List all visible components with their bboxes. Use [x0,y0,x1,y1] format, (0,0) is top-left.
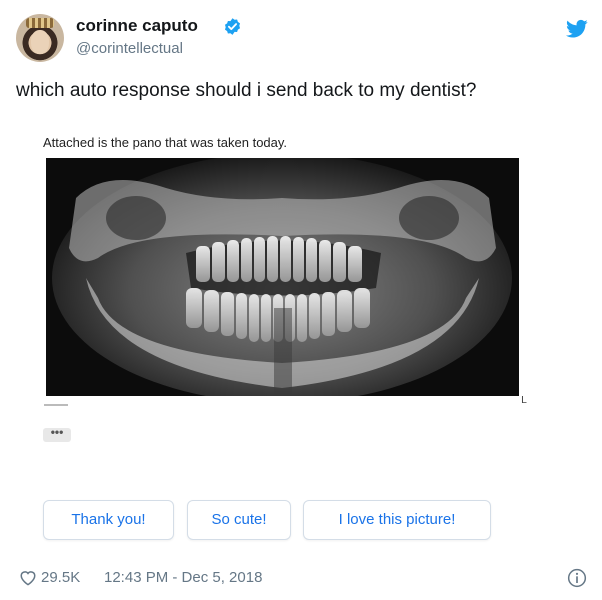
show-trimmed-content-button[interactable]: ••• [43,426,71,442]
smart-reply-thank-you[interactable]: Thank you! [43,500,174,540]
email-body-text: Attached is the pano that was taken toda… [43,135,288,150]
verified-badge-icon [224,18,241,35]
heart-icon[interactable] [19,569,37,586]
smart-reply-love-picture[interactable]: I love this picture! [303,500,491,540]
tweet-timestamp[interactable]: 12:43 PM - Dec 5, 2018 [104,569,262,586]
smart-reply-so-cute[interactable]: So cute! [187,500,291,540]
tweet-footer: 29.5K 12:43 PM - Dec 5, 2018 [0,566,602,594]
user-handle[interactable]: @corintellectual [76,40,183,57]
tweet-text: which auto response should i send back t… [16,80,477,101]
tweet-image[interactable]: Attached is the pano that was taken toda… [0,122,602,562]
xray-scale-bar [44,404,68,406]
avatar[interactable] [16,14,64,62]
twitter-bird-icon[interactable] [566,19,588,39]
display-name[interactable]: corinne caputo [76,16,198,36]
avatar-crown [26,18,54,28]
xray-side-marker: L [521,395,527,406]
info-icon[interactable] [567,568,587,588]
dental-xray-image [46,158,519,396]
like-count[interactable]: 29.5K [41,569,80,586]
avatar-face [31,30,49,54]
